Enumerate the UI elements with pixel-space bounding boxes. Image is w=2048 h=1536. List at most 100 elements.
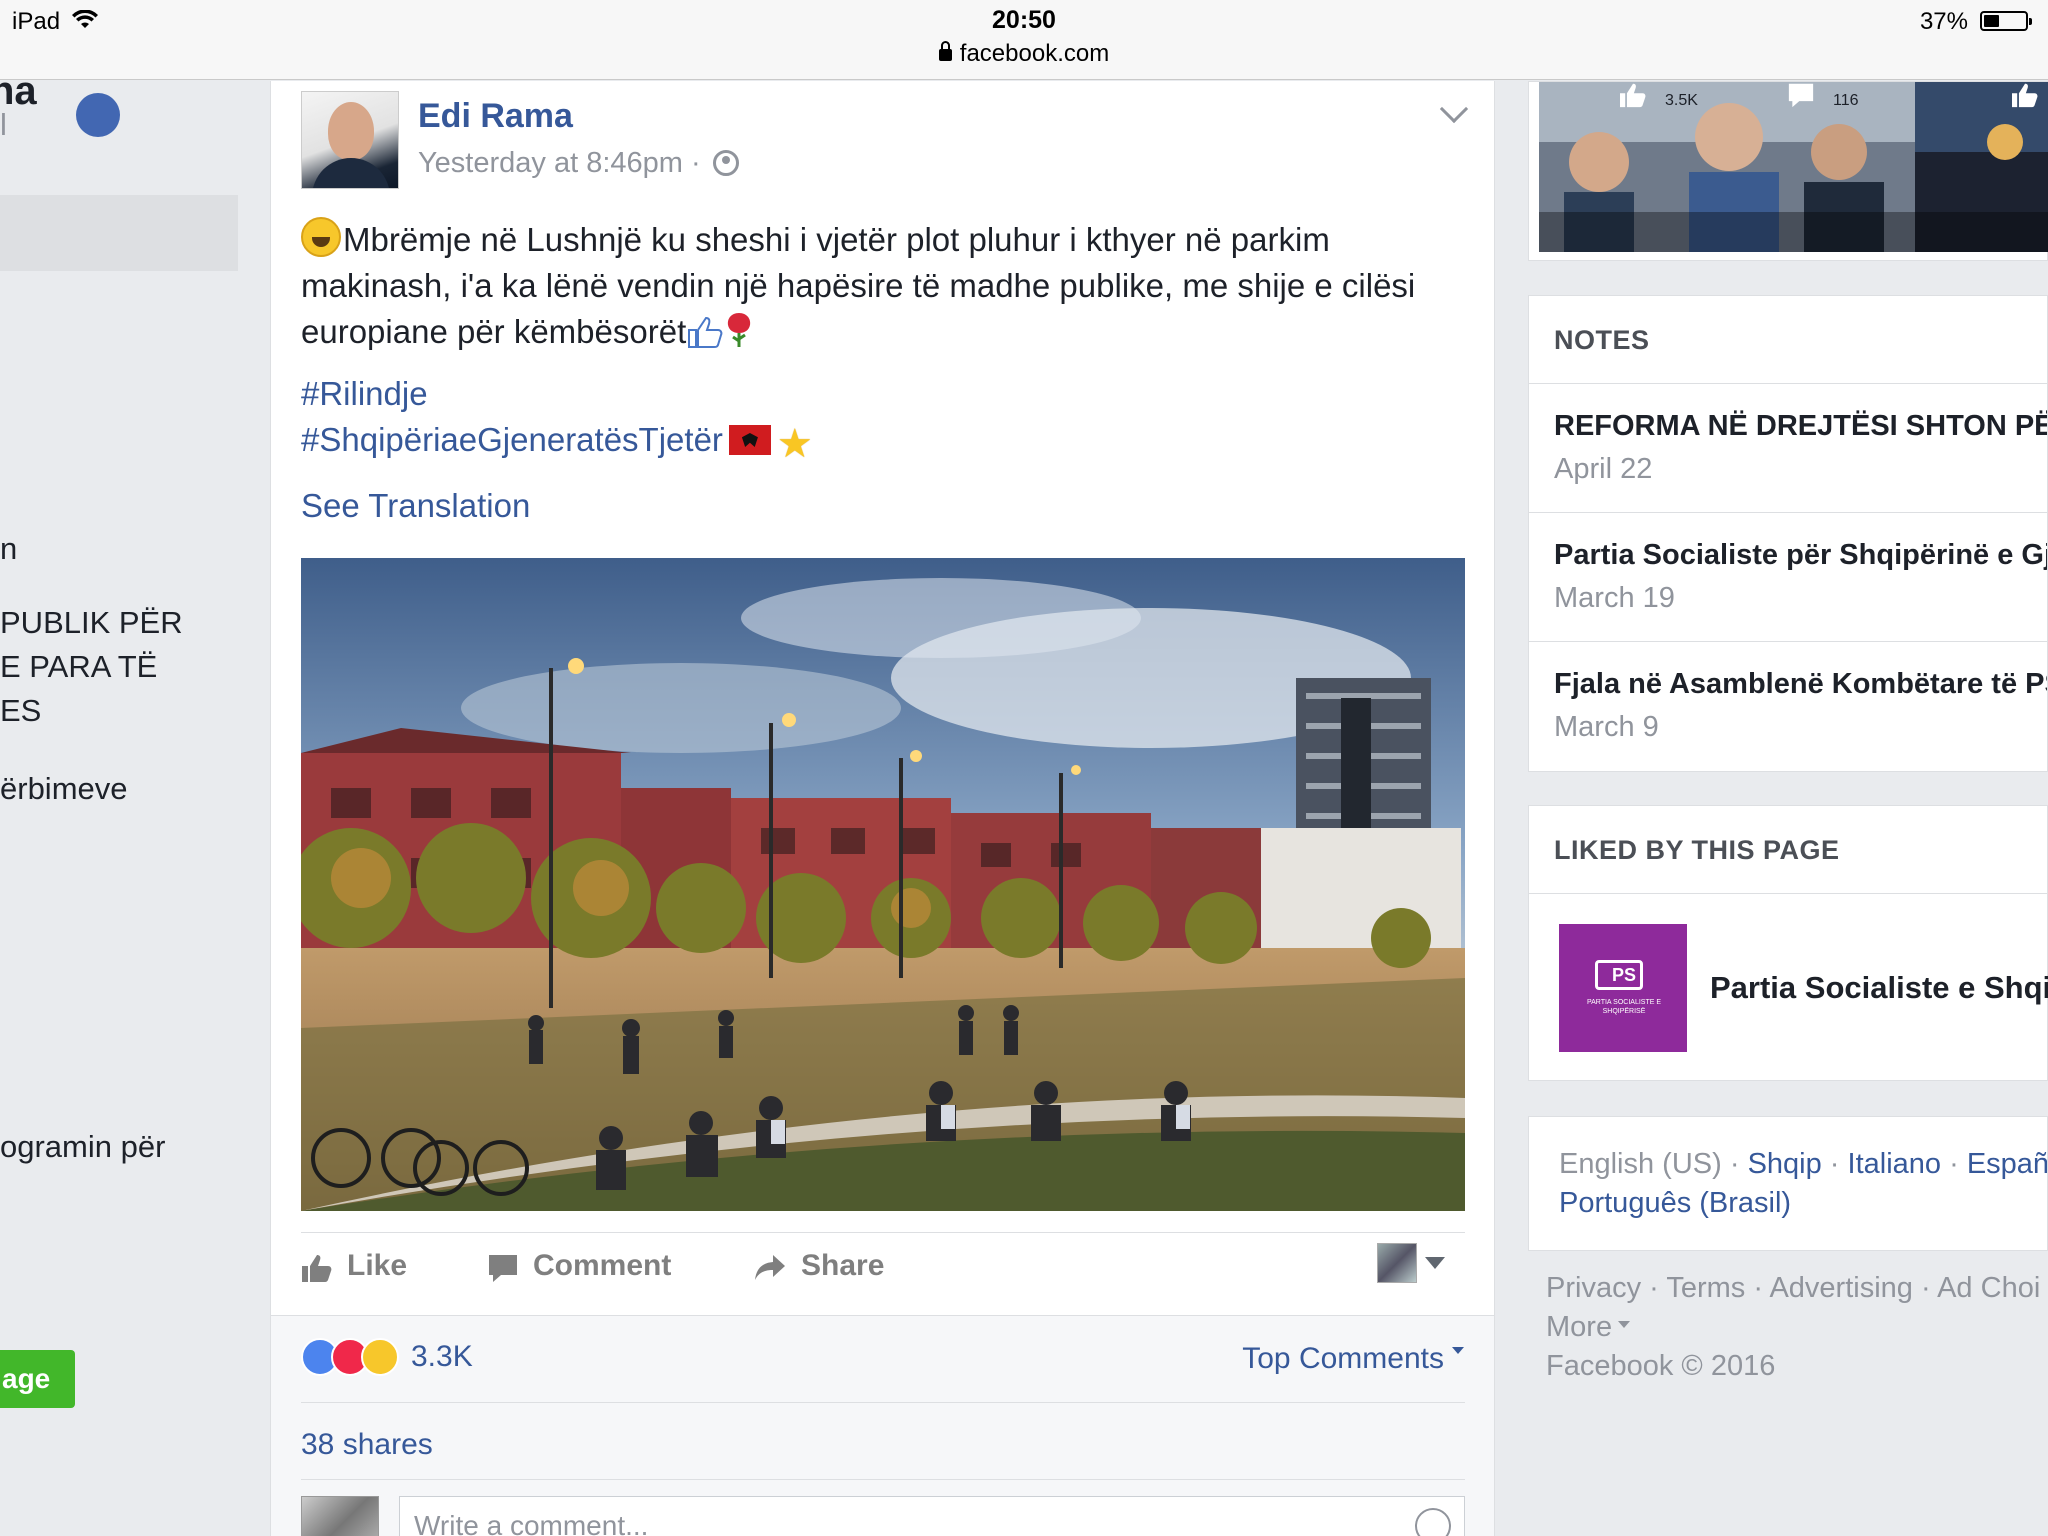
battery-percent: 37%	[1919, 8, 1968, 35]
separator: ·	[1641, 1272, 1667, 1304]
comment-label: Comment	[533, 1249, 672, 1282]
smiley-icon[interactable]	[1415, 1508, 1451, 1536]
verified-badge-icon	[76, 93, 120, 137]
language-link[interactable]: Português (Brasil)	[1559, 1187, 1791, 1219]
sidebar-selected-item[interactable]	[0, 195, 238, 271]
caret-down-icon	[1618, 1321, 1631, 1328]
top-comments-dropdown[interactable]: Top Comments	[1242, 1342, 1464, 1376]
note-item[interactable]: Fjala në Asamblenë Kombëtare të PS March…	[1529, 642, 2047, 771]
status-bar: iPad 20:50 facebook.com 37%	[0, 0, 2048, 80]
footer-link[interactable]: Privacy	[1546, 1272, 1641, 1304]
post-as-selector[interactable]	[1377, 1243, 1445, 1283]
address-bar[interactable]: facebook.com	[0, 40, 2048, 68]
shares-count[interactable]: 38 shares	[301, 1428, 433, 1462]
note-item[interactable]: Partia Socialiste për Shqipërinë e Gj Ma…	[1529, 513, 2047, 642]
language-link[interactable]: Españ	[1967, 1148, 2047, 1180]
footer-link[interactable]: Advertising	[1769, 1272, 1912, 1304]
reactions-count: 3.3K	[411, 1340, 473, 1373]
ps-logo-mark: PS	[1595, 960, 1643, 990]
like-button[interactable]: Like	[301, 1233, 407, 1299]
post-actions: Like Comment Share	[301, 1233, 1465, 1299]
video-comments-count: 116	[1833, 92, 1859, 109]
lock-icon	[938, 41, 952, 61]
liked-by-page-card: LIKED BY THIS PAGE PS PARTIA SOCIALISTE …	[1528, 805, 2048, 1081]
star-emoji-icon: ★	[776, 422, 813, 466]
comment-composer	[301, 1496, 1465, 1536]
liked-page-name[interactable]: Partia Socialiste e Shqi	[1710, 970, 2048, 1006]
sidebar-text-line: ES	[0, 693, 42, 728]
see-translation-link[interactable]: See Translation	[301, 487, 530, 525]
language-link[interactable]: Shqip	[1748, 1148, 1822, 1180]
right-sidebar: 3.5K 116 NOTES REFORMA NË DREJTËSI SHTON…	[1528, 81, 2048, 1536]
share-button[interactable]: Share	[753, 1233, 884, 1299]
divider	[301, 1479, 1465, 1480]
liked-heading: LIKED BY THIS PAGE	[1529, 806, 2047, 894]
video-thumbnail[interactable]	[1539, 82, 1915, 252]
copyright: Facebook © 2016	[1546, 1350, 1776, 1382]
separator: ·	[1912, 1272, 1938, 1304]
thumbs-up-emoji-icon	[688, 316, 723, 348]
url-text: facebook.com	[959, 40, 1110, 67]
battery-icon	[1980, 11, 2032, 31]
top-comments-label: Top Comments	[1242, 1342, 1444, 1375]
caret-down-icon	[1452, 1347, 1464, 1354]
comment-input[interactable]	[399, 1496, 1465, 1536]
note-title: Fjala në Asamblenë Kombëtare të PS	[1554, 668, 2047, 700]
video-comments: 116	[1787, 82, 1859, 252]
footer-links: Privacy · Terms · Advertising · Ad Choi …	[1546, 1269, 2046, 1386]
like-icon	[2012, 83, 2038, 108]
footer-link[interactable]: Terms	[1666, 1272, 1745, 1304]
ps-logo-text: PARTIA SOCIALISTE E SHQIPËRISË	[1586, 999, 1662, 1015]
commenter-avatar	[301, 1496, 379, 1536]
video-likes-partial	[2011, 82, 2039, 252]
liked-page-item[interactable]: PS PARTIA SOCIALISTE E SHQIPËRISË Partia…	[1529, 894, 2048, 1080]
share-icon	[755, 1255, 785, 1280]
hashtag-link[interactable]: #Rilindje	[301, 371, 813, 417]
ps-logo[interactable]: PS PARTIA SOCIALISTE E SHQIPËRISË	[1559, 924, 1687, 1052]
separator: ·	[1821, 1148, 1848, 1180]
language-link[interactable]: Italiano	[1848, 1148, 1942, 1180]
separator: ·	[1721, 1148, 1748, 1180]
author-name[interactable]: Edi Rama	[418, 97, 573, 136]
note-date: March 9	[1554, 711, 1659, 743]
sidebar-text-line: PUBLIK PËR	[0, 605, 183, 640]
reactions-section: 3.3K Top Comments 38 shares	[271, 1316, 1494, 1536]
comment-icon	[1788, 83, 1814, 108]
note-date: April 22	[1554, 453, 1653, 485]
create-page-button[interactable]: age	[0, 1350, 75, 1408]
like-icon	[1620, 83, 1646, 108]
note-item[interactable]: REFORMA NË DREJTËSI SHTON PËR April 22	[1529, 384, 2047, 513]
post-photo[interactable]	[301, 558, 1465, 1211]
post-options-chevron-icon[interactable]	[1439, 94, 1469, 124]
notes-heading: NOTES	[1529, 296, 2047, 384]
sidebar-text-line: n	[0, 531, 18, 566]
wow-reaction-icon	[361, 1338, 399, 1376]
comment-icon	[489, 1255, 517, 1282]
video-strip: 3.5K 116	[1528, 81, 2048, 261]
sidebar-text-line: ërbimeve	[0, 771, 128, 806]
video-likes: 3.5K	[1619, 82, 1698, 252]
footer-more-link[interactable]: More	[1546, 1311, 1612, 1343]
share-label: Share	[801, 1249, 885, 1282]
comment-button[interactable]: Comment	[487, 1233, 671, 1299]
hashtag-link[interactable]: #ShqipëriaeGjeneratësTjetër	[301, 421, 723, 458]
current-language: English (US)	[1559, 1148, 1722, 1180]
post-timestamp[interactable]: Yesterday at 8:46pm	[418, 147, 683, 179]
note-date: March 19	[1554, 582, 1675, 614]
meta-separator: ·	[691, 147, 701, 179]
reactions-summary[interactable]: 3.3K	[301, 1338, 473, 1376]
sidebar-text-line: ogramin për	[0, 1129, 166, 1164]
footer-link[interactable]: Ad Choi	[1937, 1272, 2040, 1304]
post-message: Mbrëmje në Lushnjë ku sheshi i vjetër pl…	[301, 221, 1416, 350]
video-likes-count: 3.5K	[1665, 92, 1698, 109]
caret-down-icon	[1425, 1257, 1445, 1269]
globe-icon[interactable]	[712, 150, 739, 176]
sidebar-text-line: E PARA TË	[0, 649, 158, 684]
rose-emoji-icon	[728, 313, 751, 347]
like-label: Like	[347, 1249, 408, 1282]
post-meta: Yesterday at 8:46pm ·	[418, 147, 739, 180]
separator: ·	[1941, 1148, 1967, 1180]
page-thumbnail	[1377, 1243, 1417, 1283]
divider	[301, 1402, 1465, 1403]
author-avatar[interactable]	[301, 91, 399, 189]
